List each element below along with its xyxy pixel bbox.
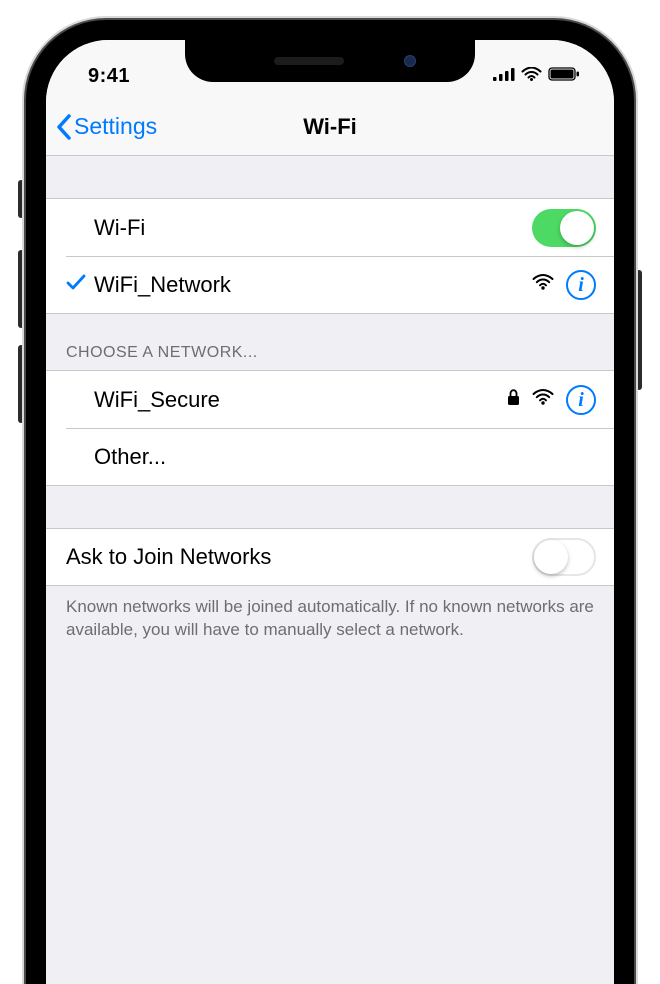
cellular-icon: [493, 67, 515, 86]
volume-down-button: [18, 345, 24, 423]
connected-network-name: WiFi_Network: [94, 272, 532, 298]
speaker-grille: [274, 57, 344, 65]
back-button[interactable]: Settings: [46, 113, 157, 140]
ask-to-join-switch[interactable]: [532, 538, 596, 576]
status-icons: [493, 67, 580, 86]
lock-icon: [507, 389, 520, 411]
checkmark-icon: [66, 273, 94, 296]
ask-to-join-footer: Known networks will be joined automatica…: [46, 586, 614, 642]
front-camera: [404, 55, 416, 67]
power-button: [636, 270, 642, 390]
network-name: WiFi_Secure: [94, 387, 507, 413]
phone-frame: 9:41 Settings Wi-Fi: [26, 20, 634, 984]
wifi-toggle-switch[interactable]: [532, 209, 596, 247]
ask-to-join-row[interactable]: Ask to Join Networks: [46, 528, 614, 586]
wifi-icon: [521, 67, 542, 86]
silence-switch: [18, 180, 24, 218]
wifi-signal-icon: [532, 389, 554, 410]
notch: [185, 40, 475, 82]
other-network-row[interactable]: Other...: [46, 428, 614, 486]
info-button[interactable]: i: [566, 270, 596, 300]
back-label: Settings: [74, 113, 157, 140]
info-button[interactable]: i: [566, 385, 596, 415]
status-time: 9:41: [88, 65, 130, 88]
content: Wi-Fi WiFi_Network i CHOOSE A NETWORK...: [46, 156, 614, 642]
wifi-signal-icon: [532, 274, 554, 295]
choose-network-header: CHOOSE A NETWORK...: [46, 314, 614, 370]
chevron-left-icon: [56, 114, 72, 140]
wifi-toggle-row[interactable]: Wi-Fi: [46, 198, 614, 256]
volume-up-button: [18, 250, 24, 328]
other-label: Other...: [94, 444, 596, 470]
ask-to-join-label: Ask to Join Networks: [66, 544, 532, 570]
connected-network-row[interactable]: WiFi_Network i: [46, 256, 614, 314]
battery-icon: [548, 67, 580, 86]
screen: 9:41 Settings Wi-Fi: [46, 40, 614, 984]
nav-bar: Settings Wi-Fi: [46, 98, 614, 156]
network-row[interactable]: WiFi_Secure i: [46, 370, 614, 428]
wifi-toggle-label: Wi-Fi: [94, 215, 532, 241]
